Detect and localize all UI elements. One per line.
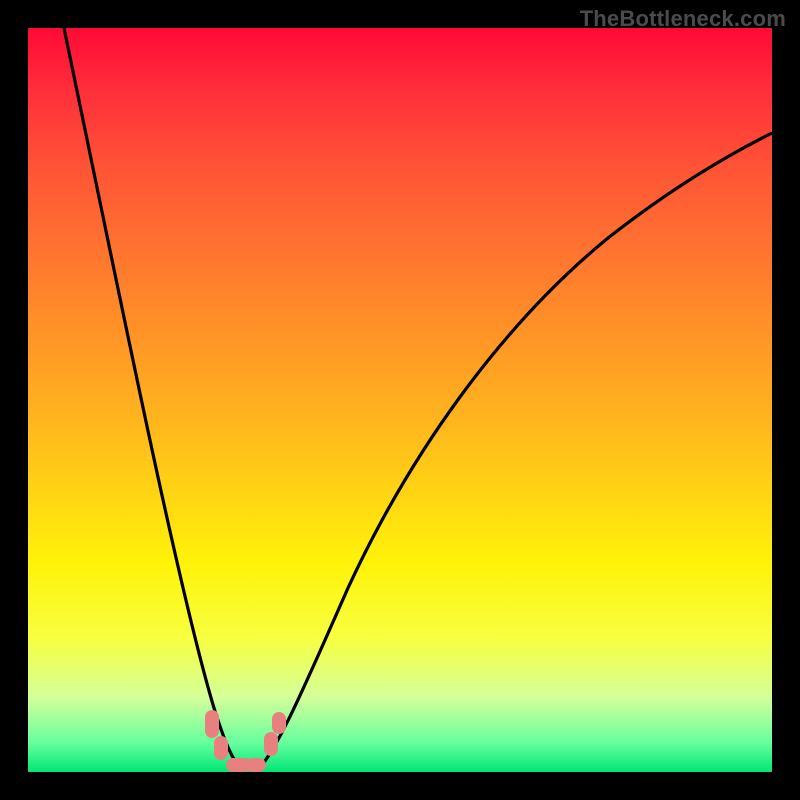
marker-point <box>246 758 266 772</box>
bottleneck-curve <box>28 28 772 772</box>
marker-point <box>272 712 286 734</box>
watermark-text: TheBottleneck.com <box>580 6 786 32</box>
marker-point <box>205 710 219 738</box>
chart-plot-area <box>28 28 772 772</box>
marker-point <box>214 736 228 760</box>
curve-left-branch <box>64 28 242 770</box>
marker-point <box>264 732 278 756</box>
curve-right-branch <box>258 133 772 770</box>
